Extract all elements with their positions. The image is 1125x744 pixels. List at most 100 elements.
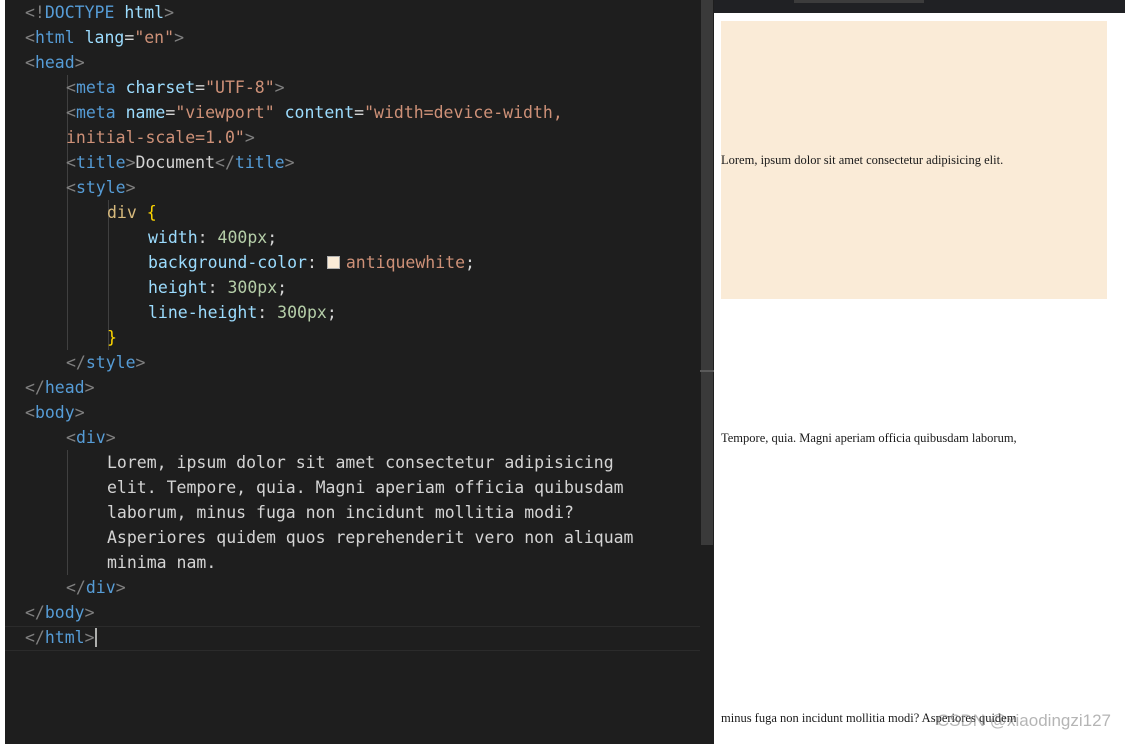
- code-token: <: [66, 153, 76, 172]
- code-token: Asperiores quidem quos reprehenderit ver…: [107, 528, 634, 547]
- code-token: <: [66, 428, 76, 447]
- code-token: content: [284, 103, 355, 122]
- code-line-11[interactable]: height: 300px;: [25, 275, 705, 300]
- code-token: div: [85, 578, 116, 597]
- code-token: head: [34, 53, 75, 72]
- screenshot-root: <!DOCTYPE html> <html lang="en"> <head> …: [0, 0, 1125, 744]
- code-token: <: [25, 403, 35, 422]
- code-token: >: [274, 78, 285, 97]
- code-token: >: [105, 428, 116, 447]
- code-token: <!: [25, 3, 45, 22]
- code-token: body: [44, 603, 85, 622]
- code-line-18-wrap-2[interactable]: laborum, minus fuga non incidunt molliti…: [25, 500, 705, 525]
- code-token: >: [244, 128, 255, 147]
- code-editor[interactable]: <!DOCTYPE html> <html lang="en"> <head> …: [0, 0, 714, 744]
- code-token: initial-scale=1.0": [66, 128, 245, 147]
- code-token: </: [25, 603, 45, 622]
- code-token: "viewport": [175, 103, 275, 122]
- code-line-19[interactable]: </div>: [25, 575, 705, 600]
- browser-preview: Lorem, ipsum dolor sit amet consectetur …: [714, 0, 1125, 744]
- code-token: >: [84, 378, 95, 397]
- editor-scrollbar-thumb[interactable]: [701, 0, 713, 545]
- code-token: width: [148, 228, 198, 247]
- code-token: </: [25, 628, 45, 647]
- code-token: html: [124, 3, 165, 22]
- code-line-12[interactable]: line-height: 300px;: [25, 300, 705, 325]
- code-token: style: [85, 353, 136, 372]
- code-token: </: [215, 153, 235, 172]
- code-line-6[interactable]: <title>Document</title>: [25, 150, 705, 175]
- code-line-9[interactable]: width: 400px;: [25, 225, 705, 250]
- code-token: div: [75, 428, 106, 447]
- code-line-3[interactable]: <head>: [25, 50, 705, 75]
- code-token: 300px: [227, 278, 278, 297]
- code-token: >: [125, 153, 136, 172]
- code-line-5[interactable]: <meta name="viewport" content="width=dev…: [25, 100, 705, 125]
- code-token: ;: [465, 253, 475, 272]
- code-line-15[interactable]: </head>: [25, 375, 705, 400]
- code-token: </: [66, 353, 86, 372]
- code-token: <: [66, 103, 76, 122]
- code-token: =: [165, 103, 176, 122]
- code-line-18-wrap-3[interactable]: Asperiores quidem quos reprehenderit ver…: [25, 525, 705, 550]
- code-token: >: [84, 628, 95, 647]
- code-line-14[interactable]: </style>: [25, 350, 705, 375]
- code-line-21[interactable]: </html>: [25, 625, 705, 650]
- code-line-18-wrap-4[interactable]: minima nam.: [25, 550, 705, 575]
- code-token: style: [75, 178, 126, 197]
- code-token: Lorem, ipsum dolor sit amet consectetur …: [107, 453, 614, 472]
- code-line-18-wrap-1[interactable]: elit. Tempore, quia. Magni aperiam offic…: [25, 475, 705, 500]
- text-cursor: [94, 628, 97, 647]
- scrollbar-position-marker: [700, 370, 714, 372]
- code-token: <: [66, 78, 76, 97]
- watermark: CSDN @xiaodingzi127: [936, 711, 1111, 730]
- code-token: meta: [75, 103, 116, 122]
- code-token: laborum, minus fuga non incidunt molliti…: [107, 503, 574, 522]
- code-token: :: [207, 278, 228, 297]
- code-line-8[interactable]: div {: [25, 200, 705, 225]
- code-token: DOCTYPE: [44, 3, 115, 22]
- code-token: "UTF-8": [205, 78, 275, 97]
- code-token: =: [195, 78, 206, 97]
- code-token: body: [34, 403, 75, 422]
- code-token: {: [146, 203, 157, 222]
- code-token: }: [107, 328, 117, 347]
- code-line-20[interactable]: </body>: [25, 600, 705, 625]
- code-line-7[interactable]: <style>: [25, 175, 705, 200]
- code-token: head: [44, 378, 85, 397]
- code-line-5-wrap[interactable]: initial-scale=1.0">: [25, 125, 705, 150]
- code-token: 400px: [217, 228, 268, 247]
- code-line-2[interactable]: <html lang="en">: [25, 25, 705, 50]
- code-line-13[interactable]: }: [25, 325, 705, 350]
- code-area[interactable]: <!DOCTYPE html> <html lang="en"> <head> …: [25, 0, 705, 650]
- code-token: >: [74, 403, 85, 422]
- code-token: antiquewhite: [345, 253, 466, 272]
- code-line-16[interactable]: <body>: [25, 400, 705, 425]
- code-token: >: [284, 153, 295, 172]
- address-bar[interactable]: [794, 0, 924, 3]
- code-token: elit. Tempore, quia. Magni aperiam offic…: [107, 478, 624, 497]
- code-line-4[interactable]: <meta charset="UTF-8">: [25, 75, 705, 100]
- code-token: line-height: [148, 303, 258, 322]
- code-token: <: [25, 53, 35, 72]
- code-token: >: [164, 3, 175, 22]
- code-line-10[interactable]: background-color: antiquewhite;: [25, 250, 705, 275]
- code-token: >: [84, 603, 95, 622]
- code-token: html: [44, 628, 85, 647]
- code-line-1[interactable]: <!DOCTYPE html>: [25, 0, 705, 25]
- code-line-18[interactable]: Lorem, ipsum dolor sit amet consectetur …: [25, 450, 705, 475]
- code-line-17[interactable]: <div>: [25, 425, 705, 450]
- code-token: meta: [75, 78, 116, 97]
- code-token: lang: [84, 28, 125, 47]
- code-token: name: [125, 103, 166, 122]
- color-swatch-icon[interactable]: [326, 256, 340, 269]
- code-token: minima nam.: [107, 553, 217, 572]
- code-token: </: [25, 378, 45, 397]
- code-token: </: [66, 578, 86, 597]
- code-token: "en": [134, 28, 175, 47]
